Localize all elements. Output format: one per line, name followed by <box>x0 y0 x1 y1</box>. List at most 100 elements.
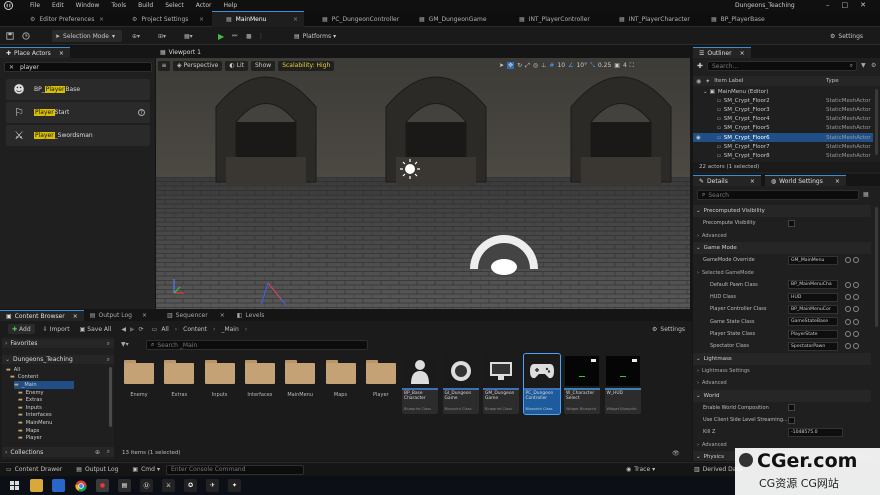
edit-icon[interactable] <box>853 257 859 264</box>
asset-tile[interactable]: BP_Base Character Blueprint Class <box>402 354 438 414</box>
tab-mainmenu[interactable]: ▦ MainMenu × <box>212 11 304 27</box>
breadcrumb-all[interactable]: All <box>161 326 168 333</box>
light-source-icon[interactable] <box>400 159 420 179</box>
pin-icon[interactable]: ✦ <box>705 78 710 85</box>
minimize-icon[interactable]: – <box>826 1 830 9</box>
favorites-header[interactable]: › Favorites ⌕ <box>2 339 114 348</box>
property-value-field[interactable]: HUD <box>788 292 838 302</box>
asset-tile[interactable]: GI_Dungeon Game Blueprint Class <box>442 354 479 414</box>
search-icon[interactable]: ⌕ <box>107 340 110 348</box>
actor-item[interactable]: ☻ BP_PlayerBase <box>6 79 150 100</box>
scale-icon[interactable]: ⤢ <box>525 62 530 70</box>
help-icon[interactable]: ? <box>138 109 145 116</box>
stop-button[interactable]: ■ <box>246 30 256 42</box>
folder-tile[interactable] <box>124 360 154 384</box>
menu-item-file[interactable]: File <box>30 2 40 9</box>
selection-mode-button[interactable]: ➤ Selection Mode ▾ <box>52 30 122 42</box>
tab-place-actors[interactable]: ✚ Place Actors × <box>0 47 70 58</box>
tree-item[interactable]: ▬ All <box>6 366 20 374</box>
breadcrumb-main[interactable]: _Main <box>221 326 238 333</box>
menu-item-build[interactable]: Build <box>138 2 153 9</box>
folder-tile[interactable] <box>164 360 195 384</box>
tree-item[interactable]: ▬ Extras <box>18 396 42 404</box>
content-browser-settings-button[interactable]: ⚙ Settings <box>652 326 685 333</box>
actor-item[interactable]: ⚔ Player_Swordsman <box>6 125 150 146</box>
tree-scrollbar[interactable] <box>109 367 112 427</box>
property-checkbox[interactable] <box>788 416 795 424</box>
details-view-options-icon[interactable]: ▦ <box>863 191 869 198</box>
place-actors-search-input[interactable]: ✕ player <box>4 62 152 72</box>
browse-icon[interactable] <box>845 257 851 264</box>
rotate-icon[interactable]: ↻ <box>517 62 522 69</box>
details-search-input[interactable]: ⌕ Search <box>697 190 859 200</box>
camera-speed-icon[interactable]: ▣ <box>614 62 620 69</box>
browse-icon[interactable] <box>845 306 851 313</box>
outliner-add-button[interactable]: ✚ <box>697 62 703 70</box>
details-section-header[interactable]: ⌄ Precomputed Visibility <box>693 205 871 217</box>
browse-icon[interactable] <box>845 318 851 325</box>
outliner-row[interactable]: ▫ SM_Crypt_Floor2 StaticMeshActor <box>693 96 873 105</box>
asset-tile[interactable]: PC_Dungeon Controller Blueprint Class <box>522 353 561 415</box>
property-value-field[interactable]: BP_MainMenuCha <box>788 280 838 290</box>
history-icon[interactable] <box>20 30 32 42</box>
filter-button[interactable]: ▼▾ <box>121 341 129 348</box>
content-drawer-button[interactable]: ▭ Content Drawer <box>6 466 62 473</box>
recorder-icon[interactable]: ● <box>96 479 109 492</box>
camera-speed-value[interactable]: 4 <box>623 62 627 69</box>
unreal-taskbar-icon[interactable]: Ⓤ <box>140 479 153 492</box>
tree-item[interactable]: ▬ Inputs <box>18 404 42 412</box>
edit-icon[interactable] <box>853 281 859 288</box>
play-button[interactable]: ▶ <box>218 30 228 42</box>
outliner-scrollbar[interactable] <box>875 89 878 155</box>
tree-item[interactable]: ▬ MainMenu <box>18 419 52 427</box>
property-action-icons[interactable] <box>845 281 859 288</box>
grid-snap-value[interactable]: 10 <box>557 62 565 69</box>
details-section-header[interactable]: ⌄ Lightmass <box>693 352 871 365</box>
property-value-field[interactable]: SpectatorPawn <box>788 341 838 351</box>
tab-project-settings[interactable]: ⚙ Project Settings × <box>118 11 210 27</box>
viewport-menu-button[interactable]: ≡ <box>158 60 170 71</box>
close-icon[interactable]: × <box>73 313 78 320</box>
folder-tile[interactable] <box>285 360 316 384</box>
tab-levels[interactable]: ◧ Levels <box>231 310 271 321</box>
tab-pc-dungeoncontroller[interactable]: ▦ PC_DungeonController <box>308 11 404 27</box>
add-button[interactable]: ✚ Add <box>8 324 35 334</box>
property-value-field[interactable]: GM_MainMenu <box>788 255 838 265</box>
trace-button[interactable]: ◉ Trace ▾ <box>626 466 655 473</box>
save-all-button[interactable]: ▣ Save All <box>78 324 114 334</box>
browse-icon[interactable] <box>845 343 851 350</box>
app-icon[interactable]: ▤ <box>118 479 131 492</box>
view-options-icon[interactable]: 👁 <box>672 450 680 457</box>
column-type[interactable]: Type <box>826 78 839 84</box>
asset-tile[interactable]: GM_Dungeon Game Blueprint Class <box>483 354 519 414</box>
property-action-icons[interactable] <box>845 306 859 313</box>
app3-icon[interactable]: ✪ <box>184 479 197 492</box>
details-subsection[interactable]: › Advanced <box>693 377 871 389</box>
details-scrollbar[interactable] <box>875 207 878 327</box>
property-value-field[interactable]: BP_MainMenuCor <box>788 304 838 314</box>
close-icon[interactable]: × <box>750 178 755 185</box>
close-icon[interactable]: × <box>99 16 104 23</box>
import-button[interactable]: ⇩ Import <box>41 324 72 334</box>
cinematics-button[interactable]: ▦▾ <box>184 30 200 42</box>
close-icon[interactable]: ✕ <box>860 1 866 9</box>
folder-tile[interactable] <box>325 360 356 384</box>
tree-item[interactable]: ▬ Enemy <box>18 389 44 397</box>
outliner-row[interactable]: ▫ SM_Crypt_Floor8 StaticMeshActor <box>693 151 873 160</box>
angle-snap-value[interactable]: 10° <box>576 62 587 69</box>
close-icon[interactable]: × <box>142 312 147 319</box>
step-button[interactable]: ⏭ <box>232 30 242 42</box>
maximize-icon[interactable]: □ <box>842 1 849 9</box>
collections-header[interactable]: › Collections ⊕ ⌕ <box>2 447 114 457</box>
save-icon[interactable] <box>4 30 16 42</box>
tab-outliner[interactable]: ☰ Outliner × <box>693 47 751 58</box>
property-value-field[interactable]: PlayerState <box>788 329 838 339</box>
outliner-row[interactable]: ▫ SM_Crypt_Floor5 StaticMeshActor <box>693 124 873 133</box>
folder-tile[interactable] <box>204 360 235 384</box>
property-action-icons[interactable] <box>845 343 859 350</box>
breadcrumb-content[interactable]: Content <box>183 326 207 333</box>
menu-item-window[interactable]: Window <box>76 2 100 9</box>
search-icon[interactable]: ⌕ <box>107 448 110 456</box>
chrome-icon[interactable] <box>74 479 87 492</box>
close-icon[interactable]: × <box>835 178 840 185</box>
